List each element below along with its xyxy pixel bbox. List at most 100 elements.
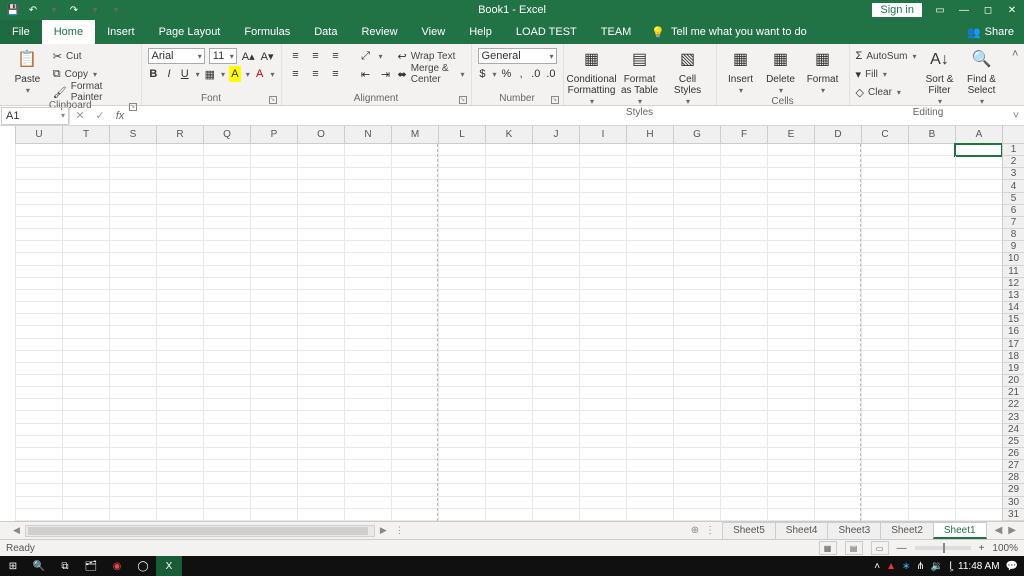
cell[interactable] <box>861 205 908 217</box>
cell[interactable] <box>62 509 109 521</box>
cell[interactable] <box>297 448 344 460</box>
cell[interactable] <box>250 326 297 338</box>
cell[interactable] <box>156 326 203 338</box>
cell[interactable] <box>767 253 814 265</box>
cell[interactable] <box>62 363 109 375</box>
cell[interactable] <box>955 253 1002 265</box>
cell[interactable] <box>344 436 391 448</box>
cell[interactable] <box>109 144 156 156</box>
cell[interactable] <box>908 436 955 448</box>
row-header[interactable]: 29 <box>1002 484 1024 496</box>
cell[interactable] <box>62 217 109 229</box>
cell[interactable] <box>720 278 767 290</box>
tell-me[interactable]: 💡 Tell me what you want to do <box>643 20 806 44</box>
cell[interactable] <box>109 436 156 448</box>
column-header[interactable]: T <box>62 126 109 144</box>
borders-dropdown-icon[interactable]: ▾ <box>221 70 225 79</box>
cell[interactable] <box>15 253 62 265</box>
cell[interactable] <box>203 314 250 326</box>
cell[interactable] <box>250 253 297 265</box>
cell[interactable] <box>156 411 203 423</box>
cell[interactable] <box>767 509 814 521</box>
cell[interactable] <box>344 156 391 168</box>
cell[interactable] <box>391 387 438 399</box>
cell[interactable] <box>109 241 156 253</box>
alignment-launcher-icon[interactable]: ↘ <box>459 96 467 104</box>
row-header[interactable]: 18 <box>1002 351 1024 363</box>
cell[interactable] <box>861 217 908 229</box>
cell[interactable] <box>955 180 1002 192</box>
cell[interactable] <box>156 509 203 521</box>
cell[interactable] <box>626 363 673 375</box>
cell[interactable] <box>532 156 579 168</box>
cell[interactable] <box>861 144 908 156</box>
cell[interactable] <box>861 266 908 278</box>
cell[interactable] <box>767 156 814 168</box>
cell[interactable] <box>720 302 767 314</box>
horizontal-scrollbar[interactable]: ◀ ▶ ⋮ <box>0 525 683 537</box>
cell[interactable] <box>814 436 861 448</box>
clock[interactable]: 11:48 AM <box>958 561 1000 572</box>
cell[interactable] <box>673 168 720 180</box>
cell[interactable] <box>15 351 62 363</box>
next-sheet-icon[interactable]: ▶ <box>1008 525 1016 536</box>
cell[interactable] <box>250 314 297 326</box>
cell[interactable] <box>156 472 203 484</box>
cell[interactable] <box>720 411 767 423</box>
cell[interactable] <box>203 509 250 521</box>
cell[interactable] <box>156 339 203 351</box>
align-right-icon[interactable]: ≡ <box>328 66 344 82</box>
cell[interactable] <box>109 253 156 265</box>
cell[interactable] <box>391 229 438 241</box>
cell[interactable] <box>579 302 626 314</box>
column-header[interactable]: E <box>767 126 814 144</box>
cell[interactable] <box>579 484 626 496</box>
cell[interactable] <box>156 241 203 253</box>
cell[interactable] <box>62 253 109 265</box>
name-box[interactable]: A1 <box>1 107 69 125</box>
cell[interactable] <box>156 387 203 399</box>
cell[interactable] <box>720 168 767 180</box>
cell[interactable] <box>767 424 814 436</box>
cell[interactable] <box>344 180 391 192</box>
fillcolor-dropdown-icon[interactable]: ▾ <box>246 70 250 79</box>
tab-file[interactable]: File <box>0 20 42 44</box>
cell[interactable] <box>814 290 861 302</box>
cell[interactable] <box>485 217 532 229</box>
zoom-slider[interactable] <box>915 546 971 550</box>
cell[interactable] <box>15 399 62 411</box>
cell[interactable] <box>626 302 673 314</box>
column-header[interactable]: B <box>908 126 955 144</box>
cell[interactable] <box>673 326 720 338</box>
clipboard-launcher-icon[interactable]: ↘ <box>129 103 137 111</box>
cell[interactable] <box>955 205 1002 217</box>
font-name-select[interactable]: Arial <box>148 48 205 64</box>
cell[interactable] <box>861 241 908 253</box>
save-icon[interactable]: 💾 <box>6 3 20 17</box>
copy-button[interactable]: ⧉Copy▾ <box>53 66 135 82</box>
expand-formula-bar-icon[interactable]: ˅ <box>1008 110 1024 122</box>
cell[interactable] <box>344 399 391 411</box>
cell[interactable] <box>109 229 156 241</box>
cell[interactable] <box>109 193 156 205</box>
cell[interactable] <box>344 229 391 241</box>
cell[interactable] <box>391 351 438 363</box>
row-header[interactable]: 24 <box>1002 424 1024 436</box>
cell[interactable] <box>673 229 720 241</box>
cell[interactable] <box>767 326 814 338</box>
cell[interactable] <box>297 351 344 363</box>
cell[interactable] <box>673 509 720 521</box>
column-header[interactable]: D <box>814 126 861 144</box>
cell[interactable] <box>579 339 626 351</box>
cell[interactable] <box>485 290 532 302</box>
signin-button[interactable]: Sign in <box>872 3 922 17</box>
cell[interactable] <box>673 314 720 326</box>
indent-increase-icon[interactable]: ⇥ <box>378 66 394 82</box>
cell[interactable] <box>814 144 861 156</box>
cell[interactable] <box>438 339 485 351</box>
cell[interactable] <box>485 411 532 423</box>
cell[interactable] <box>156 497 203 509</box>
cell[interactable] <box>861 472 908 484</box>
percent-icon[interactable]: % <box>500 66 512 82</box>
cell[interactable] <box>532 314 579 326</box>
